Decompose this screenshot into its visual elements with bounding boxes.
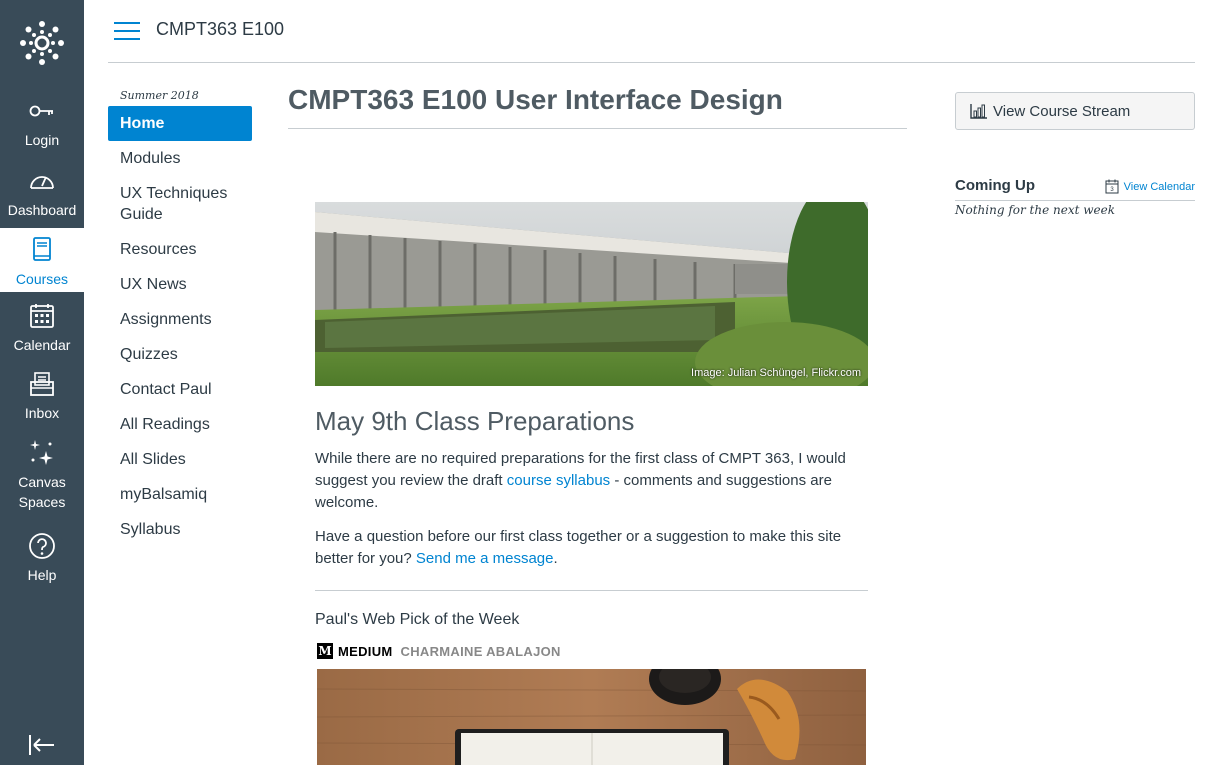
course-nav-home[interactable]: Home (108, 106, 252, 141)
medium-byline[interactable]: M MEDIUM CHARMAINE ABALAJON (317, 642, 561, 660)
global-nav: Login Dashboard Courses Calendar Inbox C… (0, 0, 84, 765)
svg-text:3: 3 (1110, 187, 1114, 193)
key-icon (29, 105, 53, 117)
global-nav-label: Help (27, 567, 57, 583)
article-image[interactable] (317, 669, 866, 765)
global-nav-login[interactable]: Login (0, 96, 84, 150)
coming-up-empty-text: Nothing for the next week (955, 203, 1116, 217)
course-nav-quizzes[interactable]: Quizzes (108, 337, 252, 372)
coming-up-section: Coming Up 3 View Calendar (955, 176, 1195, 201)
canvas-logo-icon[interactable] (20, 21, 64, 65)
dashboard-icon (30, 176, 54, 189)
section-heading: May 9th Class Preparations (315, 406, 635, 436)
course-nav-ux-news[interactable]: UX News (108, 267, 252, 302)
medium-brand: MEDIUM (338, 643, 393, 659)
global-nav-label: Dashboard (7, 202, 77, 218)
global-nav-courses[interactable]: Courses (0, 228, 84, 292)
inbox-icon (30, 372, 54, 396)
preparation-paragraph: While there are no required preparations… (315, 448, 868, 514)
course-nav-label: UX Techniques (120, 185, 228, 202)
campus-photo (315, 202, 868, 386)
book-icon (33, 237, 51, 261)
web-pick-title: Paul's Web Pick of the Week (315, 611, 520, 628)
send-message-link[interactable]: Send me a message (416, 550, 554, 567)
course-nav-label-line2: Guide (120, 206, 163, 223)
course-nav-all-slides[interactable]: All Slides (108, 442, 252, 477)
global-nav-label: Login (24, 132, 60, 148)
paragraph-text: Have a question before our first class t… (315, 528, 842, 567)
course-nav-mybalsamiq[interactable]: myBalsamiq (108, 477, 252, 512)
calendar-small-icon: 3 (1105, 179, 1119, 194)
course-nav-ux-techniques-guide[interactable]: UX Techniques Guide (108, 176, 252, 232)
page-title: CMPT363 E100 User Interface Design (288, 84, 907, 129)
course-nav: Summer 2018 Home Modules UX Techniques G… (108, 86, 252, 547)
global-nav-inbox[interactable]: Inbox (0, 369, 84, 423)
global-nav-label: Courses (15, 271, 69, 287)
global-nav-label-line2: Spaces (18, 494, 66, 510)
divider (315, 590, 868, 591)
help-icon (29, 533, 55, 559)
course-header: CMPT363 E100 (108, 0, 1195, 63)
course-nav-contact-paul[interactable]: Contact Paul (108, 372, 252, 407)
course-nav-assignments[interactable]: Assignments (108, 302, 252, 337)
global-nav-label: Calendar (13, 337, 71, 353)
global-nav-dashboard[interactable]: Dashboard (0, 166, 84, 220)
coming-up-title: Coming Up (955, 177, 1035, 194)
question-paragraph: Have a question before our first class t… (315, 526, 868, 570)
view-calendar-label: View Calendar (1123, 180, 1195, 193)
global-nav-label: Canvas (18, 474, 66, 490)
paragraph-text: . (553, 550, 558, 567)
view-course-stream-button[interactable]: View Course Stream (955, 92, 1195, 130)
calendar-icon (30, 304, 54, 328)
breadcrumb[interactable]: CMPT363 E100 (156, 19, 284, 40)
course-nav-all-readings[interactable]: All Readings (108, 407, 252, 442)
course-nav-modules[interactable]: Modules (108, 141, 252, 176)
view-calendar-link[interactable]: 3 View Calendar (1105, 179, 1195, 194)
chart-icon (970, 104, 987, 119)
course-nav-resources[interactable]: Resources (108, 232, 252, 267)
image-credit: Image: Julian Schüngel, Flickr.com (691, 367, 861, 379)
author-name: CHARMAINE ABALAJON (400, 643, 561, 659)
global-nav-canvas-spaces[interactable]: Canvas Spaces (0, 438, 84, 512)
course-nav-syllabus[interactable]: Syllabus (108, 512, 252, 547)
collapse-nav-icon[interactable] (28, 733, 56, 757)
term-label: Summer 2018 (120, 89, 199, 102)
course-syllabus-link[interactable]: course syllabus (507, 472, 610, 489)
global-nav-calendar[interactable]: Calendar (0, 301, 84, 355)
button-label: View Course Stream (993, 102, 1131, 120)
medium-logo-icon: M (317, 643, 333, 659)
sparkle-icon (30, 440, 53, 465)
global-nav-label: Inbox (24, 405, 60, 421)
global-nav-help[interactable]: Help (0, 531, 84, 585)
desk-photo (317, 669, 866, 765)
hamburger-menu-button[interactable] (114, 22, 140, 42)
campus-banner-image: Image: Julian Schüngel, Flickr.com (315, 202, 868, 386)
